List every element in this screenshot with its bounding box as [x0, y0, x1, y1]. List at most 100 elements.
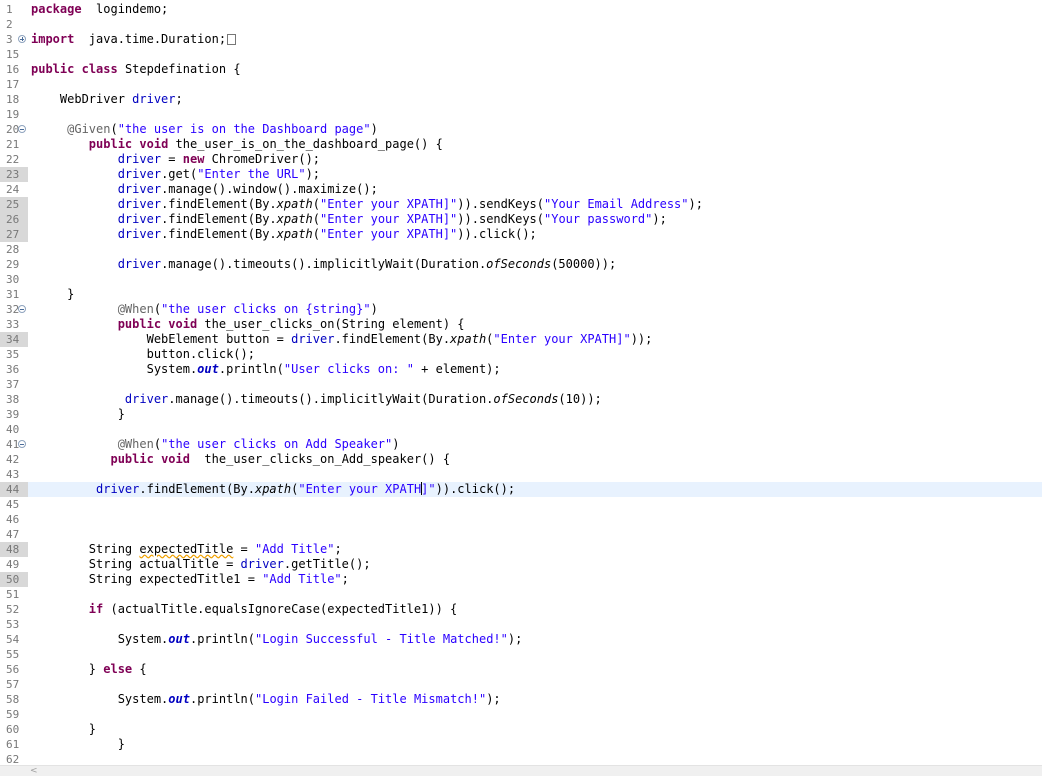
horizontal-scrollbar[interactable]: < — [0, 765, 1042, 776]
code-line[interactable]: 37 — [0, 377, 1042, 392]
code-line[interactable]: 3 import java.time.Duration; — [0, 32, 1042, 47]
code-text: driver.manage().window().maximize(); — [31, 182, 378, 197]
code-line[interactable]: 23 driver.get("Enter the URL"); — [0, 167, 1042, 182]
code-editor[interactable]: 1 package logindemo; 2 3 import java.time.Du… — [0, 0, 1042, 766]
code-line[interactable]: 58 System.out.println("Login Failed - Ti… — [0, 692, 1042, 707]
code-token: ) — [370, 302, 378, 316]
code-line[interactable]: 44 driver.findElement(By.xpath("Enter yo… — [0, 482, 1042, 497]
code-token: "User clicks on: " — [283, 362, 414, 376]
code-line[interactable]: 29 driver.manage().timeouts().implicitly… — [0, 257, 1042, 272]
code-line[interactable]: 47 — [0, 527, 1042, 542]
code-token: )).click(); — [457, 227, 537, 241]
code-line[interactable]: 22 driver = new ChromeDriver(); — [0, 152, 1042, 167]
code-line[interactable]: 28 — [0, 242, 1042, 257]
code-token: = — [161, 152, 183, 166]
line-number: 53 — [6, 618, 20, 631]
code-token: (50000)); — [551, 257, 617, 271]
code-token: .findElement(By. — [161, 197, 277, 211]
code-token: out — [197, 362, 219, 376]
code-line[interactable]: 2 — [0, 17, 1042, 32]
code-text: driver.manage().timeouts().implicitlyWai… — [31, 257, 617, 272]
expand-fold-icon[interactable] — [18, 35, 26, 43]
code-line[interactable]: 55 — [0, 647, 1042, 662]
code-token: driver — [117, 212, 162, 226]
code-line[interactable]: 36 System.out.println("User clicks on: "… — [0, 362, 1042, 377]
line-number: 33 — [6, 318, 20, 331]
collapsed-imports-icon[interactable] — [227, 34, 237, 45]
code-line[interactable]: 19 — [0, 107, 1042, 122]
code-line[interactable]: 16 public class Stepdefination { — [0, 62, 1042, 77]
code-token: driver — [291, 332, 335, 346]
collapse-fold-icon[interactable] — [18, 440, 26, 448]
code-line[interactable]: 45 — [0, 497, 1042, 512]
code-token: ( — [153, 437, 162, 451]
code-line[interactable]: 1 package logindemo; — [0, 2, 1042, 17]
scroll-left-icon[interactable]: < — [30, 766, 42, 777]
code-token: ( — [312, 227, 321, 241]
code-token: String actualTitle = — [31, 557, 241, 571]
code-token: ChromeDriver(); — [204, 152, 321, 166]
code-line[interactable]: 39 } — [0, 407, 1042, 422]
code-line[interactable]: 17 — [0, 77, 1042, 92]
code-line[interactable]: 49 String actualTitle = driver.getTitle(… — [0, 557, 1042, 572]
code-token: the_user_clicks_on(String element) { — [197, 317, 465, 331]
code-line[interactable]: 53 — [0, 617, 1042, 632]
code-token: + element); — [413, 362, 501, 376]
code-line[interactable]: 59 — [0, 707, 1042, 722]
code-line[interactable]: 21 public void the_user_is_on_the_dashbo… — [0, 137, 1042, 152]
code-line[interactable]: 32 @When("the user clicks on {string}") — [0, 302, 1042, 317]
code-line[interactable]: 52 if (actualTitle.equalsIgnoreCase(expe… — [0, 602, 1042, 617]
code-line[interactable]: 24 driver.manage().window().maximize(); — [0, 182, 1042, 197]
code-line[interactable]: 26 driver.findElement(By.xpath("Enter yo… — [0, 212, 1042, 227]
code-token: ( — [110, 122, 118, 136]
line-number: 18 — [6, 93, 20, 106]
code-line[interactable]: 18 WebDriver driver; — [0, 92, 1042, 107]
code-line[interactable]: 51 — [0, 587, 1042, 602]
code-token: ); — [486, 692, 501, 706]
collapse-fold-icon[interactable] — [18, 305, 26, 313]
code-line[interactable]: 35 button.click(); — [0, 347, 1042, 362]
code-line[interactable]: 56 } else { — [0, 662, 1042, 677]
code-line[interactable]: 60 } — [0, 722, 1042, 737]
code-token: "Login Failed - Title Mismatch!" — [255, 692, 487, 706]
code-line[interactable]: 25 driver.findElement(By.xpath("Enter yo… — [0, 197, 1042, 212]
code-line[interactable]: 42 public void the_user_clicks_on_Add_sp… — [0, 452, 1042, 467]
code-line[interactable]: 48 String expectedTitle = "Add Title"; — [0, 542, 1042, 557]
line-number: 48 — [0, 542, 28, 557]
code-line[interactable]: 30 — [0, 272, 1042, 287]
code-token: @When — [117, 437, 154, 451]
code-line[interactable]: 61 } — [0, 737, 1042, 752]
code-text: public void the_user_clicks_on(String el… — [31, 317, 465, 332]
code-token: ) — [392, 437, 400, 451]
code-line[interactable]: 34 WebElement button = driver.findElemen… — [0, 332, 1042, 347]
code-line[interactable]: 31 } — [0, 287, 1042, 302]
code-text: WebElement button = driver.findElement(B… — [31, 332, 653, 347]
code-line[interactable]: 43 — [0, 467, 1042, 482]
code-token: button.click(); — [31, 347, 255, 361]
code-line[interactable]: 20 @Given("the user is on the Dashboard … — [0, 122, 1042, 137]
code-text: driver.findElement(By.xpath("Enter your … — [31, 227, 537, 242]
code-token: class — [81, 62, 118, 76]
code-line[interactable]: 41 @When("the user clicks on Add Speaker… — [0, 437, 1042, 452]
code-line[interactable]: 46 — [0, 512, 1042, 527]
code-line[interactable]: 54 System.out.println("Login Successful … — [0, 632, 1042, 647]
code-token: "Your Email Address" — [544, 197, 689, 211]
code-line[interactable]: 38 driver.manage().timeouts().implicitly… — [0, 392, 1042, 407]
code-line[interactable]: 27 driver.findElement(By.xpath("Enter yo… — [0, 227, 1042, 242]
code-line[interactable]: 15 — [0, 47, 1042, 62]
code-line[interactable]: 40 — [0, 422, 1042, 437]
code-token: "Enter your XPATH]" — [493, 332, 631, 346]
collapse-fold-icon[interactable] — [18, 125, 26, 133]
code-line[interactable]: 33 public void the_user_clicks_on(String… — [0, 317, 1042, 332]
code-line[interactable]: 57 — [0, 677, 1042, 692]
code-text: driver.manage().timeouts().implicitlyWai… — [31, 392, 602, 407]
code-line[interactable]: 50 String expectedTitle1 = "Add Title"; — [0, 572, 1042, 587]
code-token: "Enter the URL" — [197, 167, 306, 181]
code-token: package — [31, 2, 82, 16]
